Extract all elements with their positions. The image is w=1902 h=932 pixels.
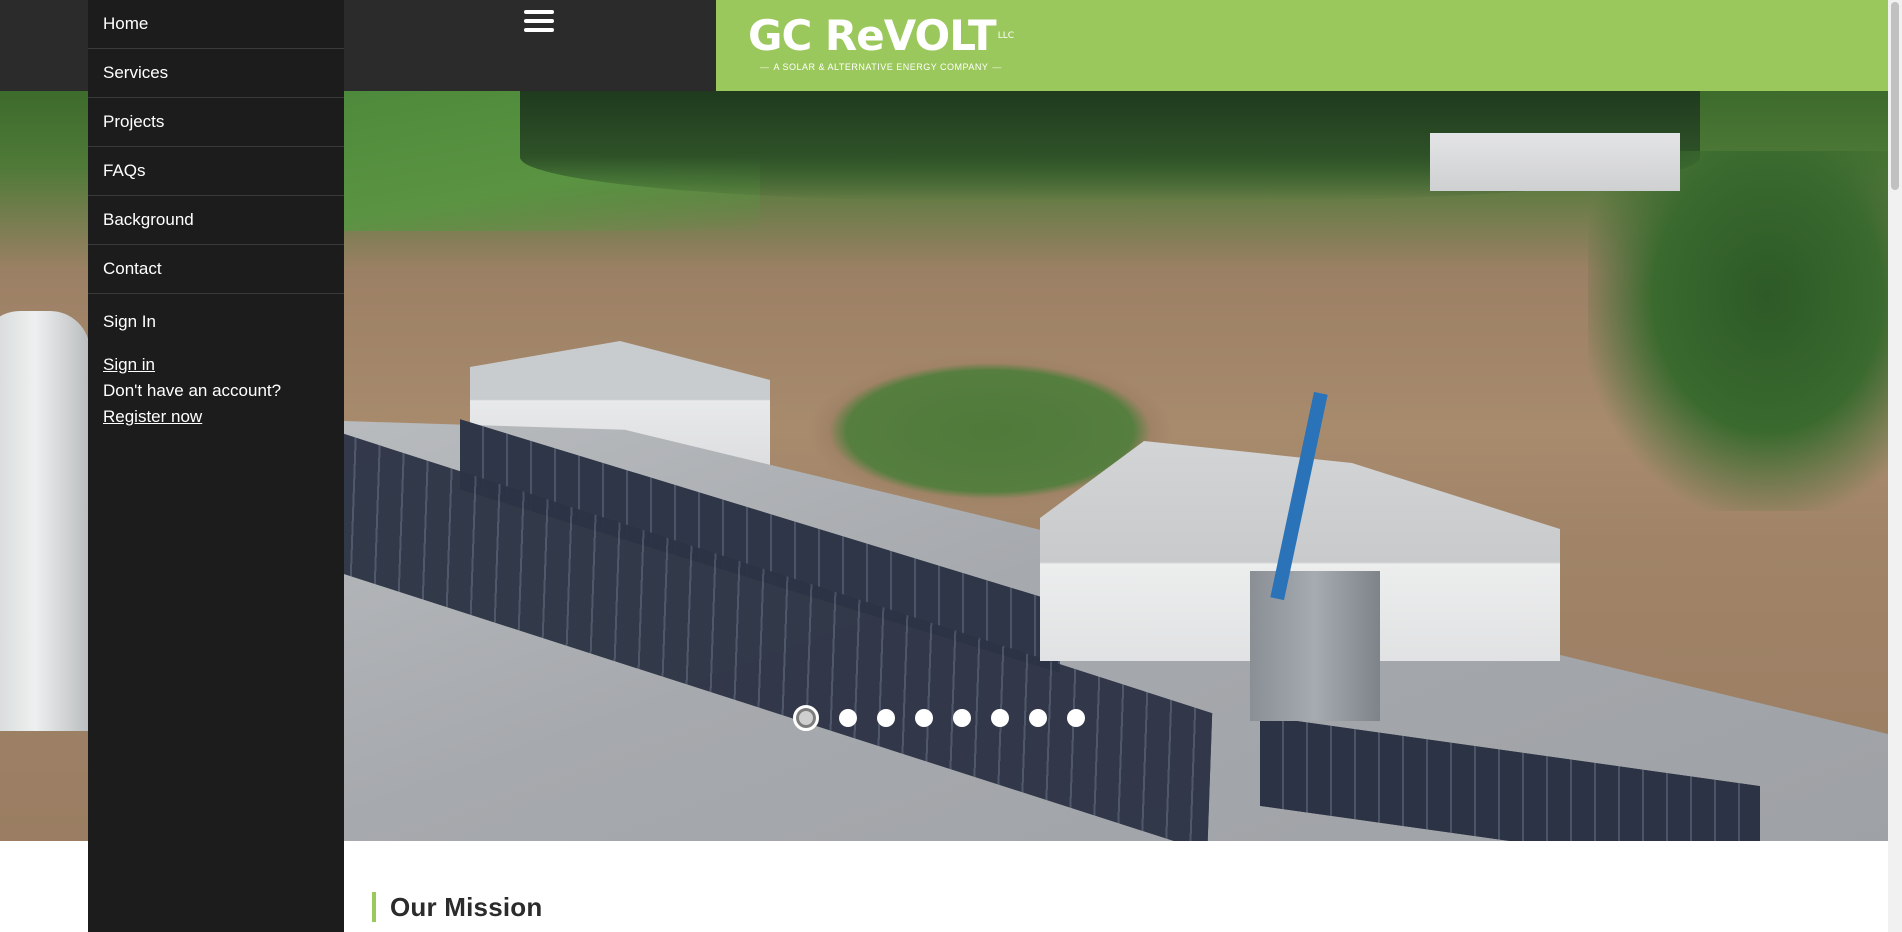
carousel-dot-1[interactable] (793, 705, 819, 731)
carousel-dot-6[interactable] (991, 709, 1009, 727)
signin-link[interactable]: Sign in (103, 355, 155, 374)
menu-item-background[interactable]: Background (88, 196, 344, 245)
carousel-dot-2[interactable] (839, 709, 857, 727)
menu-item-contact[interactable]: Contact (88, 245, 344, 294)
hero-building-far (1430, 133, 1680, 191)
carousel-dot-3[interactable] (877, 709, 895, 727)
menu-item-services[interactable]: Services (88, 49, 344, 98)
signin-heading: Sign In (103, 312, 156, 331)
hero-grain-bin (1250, 571, 1380, 721)
register-link[interactable]: Register now (103, 407, 202, 426)
menu-item-home[interactable]: Home (88, 0, 344, 49)
hamburger-line (524, 19, 554, 23)
page-scrollbar[interactable] (1888, 0, 1902, 932)
side-menu: Home Services Projects FAQs Background C… (88, 0, 344, 932)
menu-item-faqs[interactable]: FAQs (88, 147, 344, 196)
hero-silo (0, 311, 90, 731)
logo-suffix: LLC (997, 31, 1014, 41)
carousel-dot-7[interactable] (1029, 709, 1047, 727)
carousel-dot-8[interactable] (1067, 709, 1085, 727)
hamburger-line (524, 10, 554, 14)
logo-wordmark: GC ReVOLT LLC (748, 11, 1014, 60)
logo-tagline: A SOLAR & ALTERNATIVE ENERGY COMPANY (748, 62, 1008, 72)
hamburger-menu-icon[interactable] (524, 10, 554, 36)
hero-trees (1588, 151, 1888, 511)
mission-heading: Our Mission (372, 892, 542, 922)
logo-name: GC ReVOLT (748, 11, 997, 60)
no-account-text: Don't have an account? (103, 381, 282, 400)
site-logo[interactable]: GC ReVOLTLLC A SOLAR & ALTERNATIVE ENERG… (748, 11, 1014, 76)
carousel-pagination (793, 705, 1085, 731)
carousel-dot-5[interactable] (953, 709, 971, 727)
menu-item-projects[interactable]: Projects (88, 98, 344, 147)
scrollbar-thumb[interactable] (1891, 2, 1899, 190)
signin-block: Sign in Don't have an account? Register … (88, 352, 344, 430)
hamburger-line (524, 28, 554, 32)
carousel-dot-4[interactable] (915, 709, 933, 727)
logo-band: GC ReVOLTLLC A SOLAR & ALTERNATIVE ENERG… (716, 0, 1888, 91)
